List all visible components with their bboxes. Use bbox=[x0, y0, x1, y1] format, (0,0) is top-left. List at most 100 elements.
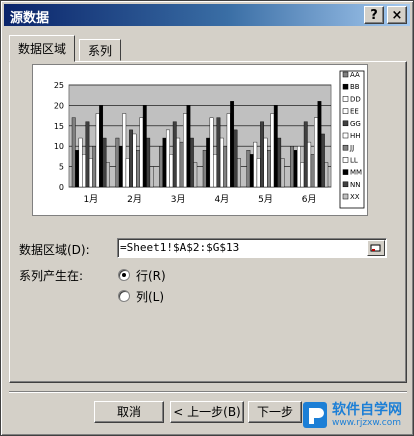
collapse-dialog-icon bbox=[370, 244, 381, 252]
bar-AA bbox=[290, 145, 294, 188]
back-button[interactable]: < 上一步(B) bbox=[170, 401, 244, 423]
legend-entry: EE bbox=[350, 108, 359, 116]
bar-LL bbox=[270, 113, 275, 188]
tab-data-range[interactable]: 数据区域 bbox=[9, 35, 76, 62]
bar-JJ bbox=[136, 150, 140, 188]
bar-MM bbox=[273, 105, 278, 188]
bar-BB bbox=[162, 137, 167, 188]
watermark: 软件自学网 www.rjzxw.com bbox=[301, 397, 413, 433]
legend-swatch bbox=[342, 96, 349, 102]
y-tick-label: 20 bbox=[54, 101, 64, 110]
bar-GG bbox=[129, 129, 133, 188]
bar-NN bbox=[277, 137, 282, 188]
bar-EE bbox=[82, 154, 86, 188]
bar-AA bbox=[159, 145, 163, 188]
bar-GG bbox=[303, 121, 308, 188]
radio-columns[interactable]: 列(L) bbox=[118, 288, 164, 304]
x-tick-label: 2月 bbox=[127, 194, 142, 205]
bar-AA bbox=[246, 150, 251, 188]
bar-GG bbox=[216, 117, 221, 188]
bar-LL bbox=[183, 113, 187, 188]
bar-EE bbox=[300, 162, 305, 188]
bar-DD bbox=[209, 117, 214, 188]
legend-entry: XX bbox=[350, 193, 360, 201]
help-button[interactable]: ? bbox=[364, 6, 384, 24]
bar-DD bbox=[78, 137, 83, 188]
bar-JJ bbox=[179, 141, 184, 188]
legend-swatch bbox=[342, 108, 349, 114]
bar-HH bbox=[88, 158, 93, 188]
radio-rows-indicator[interactable] bbox=[118, 269, 130, 281]
legend-swatch bbox=[342, 169, 349, 175]
bar-BB bbox=[249, 154, 254, 188]
radio-columns-indicator[interactable] bbox=[118, 290, 130, 302]
legend-swatch bbox=[342, 157, 349, 163]
watermark-text: 软件自学网 bbox=[332, 401, 402, 418]
bar-BB bbox=[118, 145, 123, 188]
series-in-label: 系列产生在: bbox=[19, 269, 84, 283]
data-range-input[interactable]: =Sheet1!$A$2:$G$13 bbox=[117, 238, 387, 258]
title-bar: 源数据 ? × bbox=[4, 4, 410, 26]
tab-series[interactable]: 系列 bbox=[79, 39, 122, 61]
legend-entry: JJ bbox=[349, 144, 354, 152]
range-picker-button[interactable] bbox=[367, 240, 385, 256]
y-tick-label: 15 bbox=[54, 122, 64, 131]
x-tick-label: 4月 bbox=[214, 194, 229, 205]
bar-BB bbox=[293, 150, 298, 188]
bar-HH bbox=[132, 133, 137, 188]
watermark-logo-icon bbox=[303, 402, 327, 428]
bar-HH bbox=[263, 137, 268, 188]
bar-XX bbox=[324, 162, 329, 188]
cancel-button[interactable]: 取消 bbox=[94, 401, 164, 423]
bar-DD bbox=[253, 141, 258, 188]
bar-JJ bbox=[92, 145, 97, 188]
bar-MM bbox=[230, 101, 235, 188]
chart-preview: 0 5 10 15 20 25 1月 2月 3月 4月 5月 6月 AA BB DD EE GG HH JJ LL MM… bbox=[32, 64, 368, 216]
bar-NN bbox=[102, 137, 107, 188]
x-tick-label: 5月 bbox=[258, 194, 273, 205]
bar-NN bbox=[320, 133, 325, 188]
legend-entry: MM bbox=[350, 169, 362, 177]
bar-LL bbox=[95, 113, 100, 188]
legend-swatch bbox=[342, 120, 349, 127]
legend-entry: HH bbox=[350, 132, 361, 140]
legend-swatch bbox=[342, 144, 349, 151]
source-data-dialog: 源数据 ? × 数据区域 系列 0 5 10 15 20 25 1月 2月 3月 4月 5月 6月 AA… bbox=[0, 0, 414, 436]
bar-HH bbox=[307, 141, 312, 188]
x-tick-label: 6月 bbox=[302, 194, 317, 205]
bar-NN bbox=[233, 129, 238, 188]
bar-MM bbox=[142, 105, 147, 188]
bar-XX bbox=[149, 166, 154, 188]
bar-JJ bbox=[267, 150, 271, 188]
next-button[interactable]: 下一步 bbox=[248, 401, 302, 423]
radio-rows[interactable]: 行(R) bbox=[118, 267, 166, 283]
legend-entry: NN bbox=[350, 181, 360, 189]
bar-EE bbox=[256, 158, 261, 188]
bar-EE bbox=[169, 154, 174, 188]
legend-entry: GG bbox=[350, 120, 361, 128]
watermark-url: www.rjzxw.com bbox=[332, 417, 401, 428]
legend-swatch bbox=[342, 193, 349, 200]
bar-LL bbox=[314, 117, 318, 188]
bar-AA bbox=[202, 150, 207, 188]
bar-BB bbox=[75, 150, 80, 188]
bar-AA bbox=[71, 117, 76, 188]
bar-HH bbox=[176, 137, 181, 188]
bar-XX bbox=[193, 162, 198, 188]
legend-swatch bbox=[342, 181, 349, 188]
bar-MM bbox=[99, 105, 104, 188]
legend-entry: LL bbox=[350, 156, 358, 164]
x-tick-label: 3月 bbox=[171, 194, 186, 205]
data-range-value: =Sheet1!$A$2:$G$13 bbox=[120, 241, 240, 254]
y-tick-label: 0 bbox=[59, 183, 64, 192]
bar-DD bbox=[165, 129, 170, 188]
radio-rows-label: 行(R) bbox=[136, 268, 166, 283]
bar-GG bbox=[172, 121, 177, 188]
close-button[interactable]: × bbox=[387, 6, 407, 24]
legend-entry: DD bbox=[350, 95, 361, 103]
bar-HH bbox=[219, 137, 224, 188]
chart-svg: 0 5 10 15 20 25 1月 2月 3月 4月 5月 6月 AA BB DD EE GG HH JJ LL MM… bbox=[54, 70, 365, 209]
bar-GG bbox=[260, 121, 264, 188]
bar-XX bbox=[106, 162, 110, 188]
bar-EE bbox=[213, 154, 217, 188]
